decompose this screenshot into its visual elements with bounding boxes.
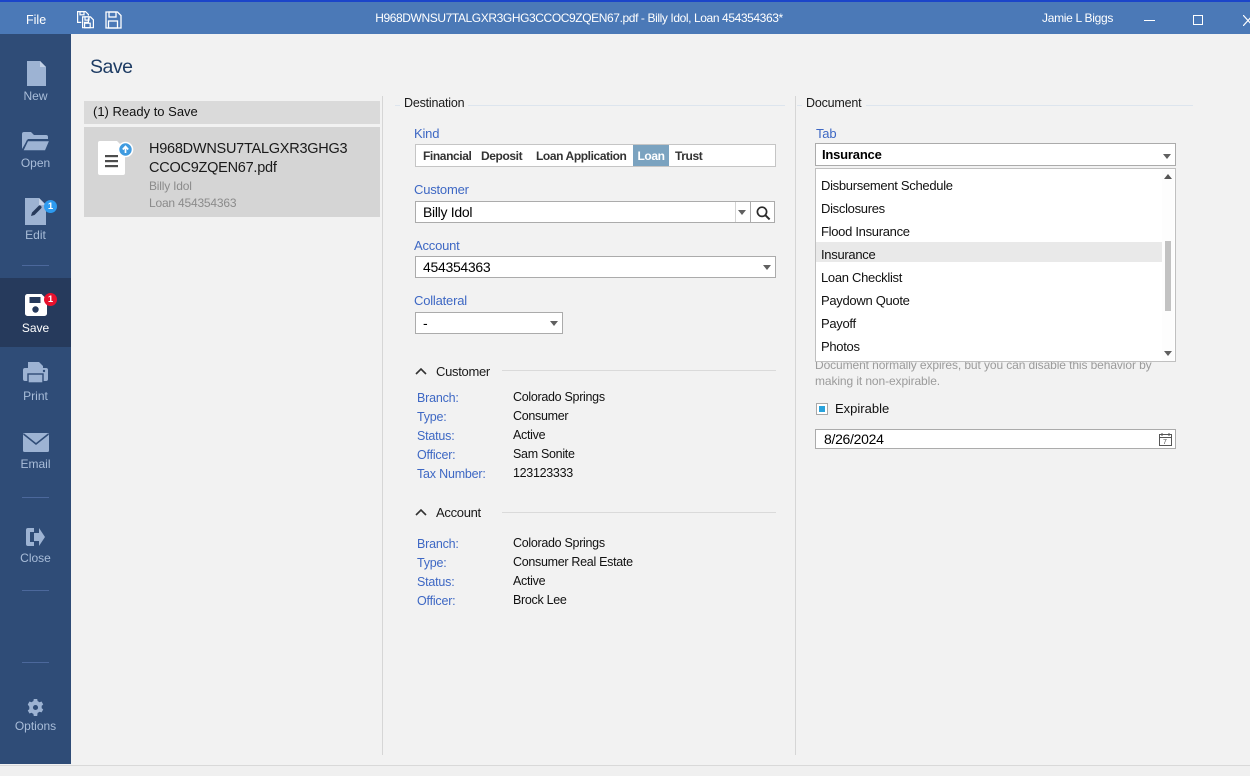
svg-text:7: 7 — [1163, 439, 1167, 446]
